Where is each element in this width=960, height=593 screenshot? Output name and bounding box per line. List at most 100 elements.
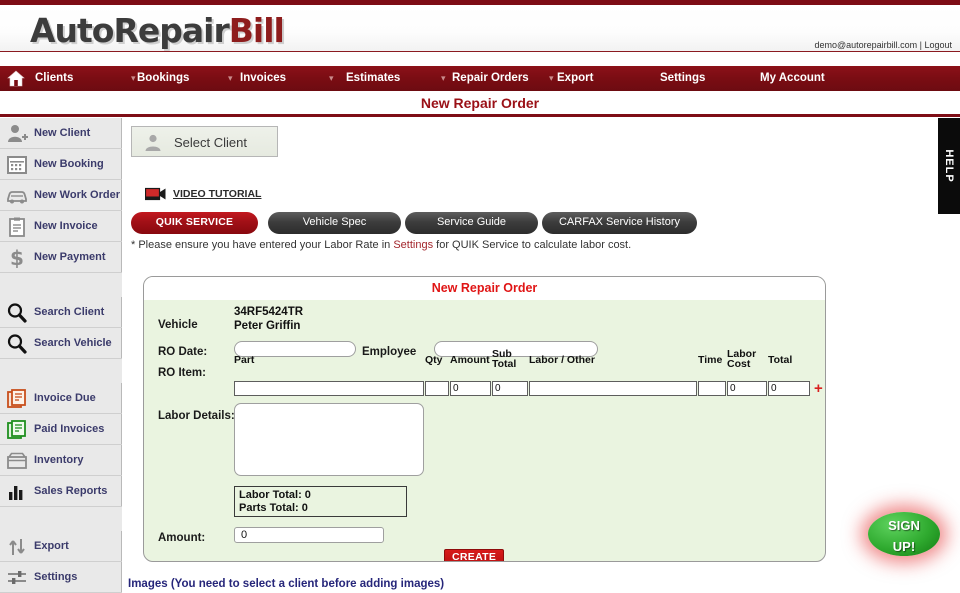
ro-labor-cost-input[interactable] xyxy=(727,381,767,396)
sidebar-divider xyxy=(0,507,122,531)
person-icon xyxy=(144,133,162,152)
sidebar-item-new-payment[interactable]: $ New Payment xyxy=(0,242,122,273)
magnifier-icon xyxy=(6,302,28,323)
sidebar-item-settings[interactable]: Settings xyxy=(0,562,122,593)
help-tab-label: HELP xyxy=(943,149,955,183)
sidebar-item-export[interactable]: Export xyxy=(0,531,122,562)
chevron-down-icon[interactable]: ▾ xyxy=(441,66,446,91)
sidebar-item-label: New Booking xyxy=(34,158,104,170)
sidebar-item-search-vehicle[interactable]: Search Vehicle xyxy=(0,328,122,359)
sidebar-item-label: New Client xyxy=(34,127,91,139)
brand-name-main: AutoRepair xyxy=(30,11,230,50)
home-icon[interactable] xyxy=(6,69,26,88)
tab-quik-service[interactable]: QUIK SERVICE xyxy=(131,212,258,234)
sidebar-divider xyxy=(0,359,122,383)
tab-carfax-service-history[interactable]: CARFAX Service History xyxy=(542,212,697,234)
ro-amount-input[interactable] xyxy=(450,381,491,396)
brand-name-accent: Bill xyxy=(228,11,285,50)
sliders-icon xyxy=(6,567,28,588)
nav-item-export[interactable]: Export xyxy=(557,66,593,91)
employee-label: Employee xyxy=(362,346,417,358)
sign-up-button[interactable]: SIGN UP! xyxy=(868,512,940,556)
sidebar-item-new-invoice[interactable]: New Invoice xyxy=(0,211,122,242)
nav-item-bookings[interactable]: Bookings xyxy=(137,66,189,91)
sidebar-item-new-booking[interactable]: New Booking xyxy=(0,149,122,180)
tab-vehicle-spec[interactable]: Vehicle Spec xyxy=(268,212,401,234)
sidebar-item-invoice-due[interactable]: Invoice Due xyxy=(0,383,122,414)
labor-rate-note: * Please ensure you have entered your La… xyxy=(131,239,631,251)
vehicle-label: Vehicle xyxy=(158,319,198,331)
sidebar-item-inventory[interactable]: Inventory xyxy=(0,445,122,476)
select-client-label: Select Client xyxy=(174,135,247,150)
sidebar-item-label: Export xyxy=(34,540,69,552)
nav-item-repair-orders[interactable]: Repair Orders xyxy=(452,66,529,91)
create-button[interactable]: CREATE xyxy=(444,549,505,561)
brand-logo[interactable]: AutoRepairBill xyxy=(30,11,285,50)
up-down-arrows-icon xyxy=(6,536,28,557)
sidebar-item-label: New Invoice xyxy=(34,220,98,232)
user-bar-separator: | xyxy=(917,40,925,50)
amount-input[interactable] xyxy=(234,527,384,543)
ro-date-label: RO Date: xyxy=(158,346,208,358)
ro-part-input[interactable] xyxy=(234,381,424,396)
sidebar-item-paid-invoices[interactable]: Paid Invoices xyxy=(0,414,122,445)
column-header-labor-other: Labor / Other xyxy=(529,354,595,366)
sidebar-item-sales-reports[interactable]: Sales Reports xyxy=(0,476,122,507)
nav-item-estimates[interactable]: Estimates xyxy=(346,66,400,91)
sidebar-item-search-client[interactable]: Search Client xyxy=(0,297,122,328)
labor-rate-note-post: for QUIK Service to calculate labor cost… xyxy=(433,239,632,251)
svg-text:$: $ xyxy=(10,247,24,268)
sidebar-item-new-client[interactable]: New Client xyxy=(0,118,122,149)
select-client-button[interactable]: Select Client xyxy=(131,126,278,157)
calendar-icon xyxy=(6,154,28,175)
vehicle-owner: Peter Griffin xyxy=(234,320,301,332)
chevron-down-icon[interactable]: ▾ xyxy=(228,66,233,91)
help-tab[interactable]: HELP xyxy=(938,118,960,214)
sidebar-item-label: Search Vehicle xyxy=(34,337,112,349)
chevron-down-icon[interactable]: ▾ xyxy=(329,66,334,91)
labor-rate-note-pre: * Please ensure you have entered your La… xyxy=(131,239,394,251)
tab-service-guide[interactable]: Service Guide xyxy=(405,212,538,234)
sign-up-line1: SIGN xyxy=(888,518,920,533)
sidebar-item-label: Inventory xyxy=(34,454,84,466)
sidebar-item-label: Settings xyxy=(34,571,78,583)
column-header-labor-cost: Labor Cost xyxy=(727,348,757,370)
column-header-part: Part xyxy=(234,354,255,366)
logout-link[interactable]: Logout xyxy=(924,40,952,50)
nav-item-settings[interactable]: Settings xyxy=(660,66,705,91)
nav-item-invoices[interactable]: Invoices xyxy=(240,66,286,91)
sidebar: New Client New Booking New Work Order New I… xyxy=(0,118,122,593)
column-header-sub-total: Sub Total xyxy=(492,348,517,370)
ro-sub-total-input[interactable] xyxy=(492,381,528,396)
car-icon xyxy=(6,185,28,206)
column-header-amount: Amount xyxy=(450,354,490,366)
ro-qty-input[interactable] xyxy=(425,381,449,396)
chevron-down-icon[interactable]: ▾ xyxy=(549,66,554,91)
nav-item-my-account[interactable]: My Account xyxy=(760,66,825,91)
settings-link[interactable]: Settings xyxy=(393,239,433,251)
nav-item-clients[interactable]: Clients xyxy=(35,66,73,91)
parts-total-text: Parts Total: 0 xyxy=(239,502,308,514)
chevron-down-icon[interactable]: ▾ xyxy=(131,66,136,91)
ro-total-input[interactable] xyxy=(768,381,810,396)
magnifier-icon xyxy=(6,333,28,354)
sidebar-item-label: Paid Invoices xyxy=(34,423,105,435)
ro-labor-other-input[interactable] xyxy=(529,381,697,396)
add-ro-item-button[interactable]: + xyxy=(814,381,823,396)
sidebar-item-label: Sales Reports xyxy=(34,485,108,497)
sidebar-item-new-work-order[interactable]: New Work Order xyxy=(0,180,122,211)
new-repair-order-panel: New Repair Order Vehicle 34RF5424TR Pete… xyxy=(143,276,826,562)
dollar-icon: $ xyxy=(6,246,28,270)
bar-chart-icon xyxy=(6,481,28,502)
sign-up-line2: UP! xyxy=(892,539,916,554)
totals-box: Labor Total: 0 Parts Total: 0 xyxy=(234,486,407,517)
labor-details-textarea[interactable] xyxy=(234,403,424,476)
sidebar-item-label: New Payment xyxy=(34,251,106,263)
video-tutorial-link[interactable]: VIDEO TUTORIAL xyxy=(173,186,261,202)
panel-title: New Repair Order xyxy=(144,277,825,300)
ro-time-input[interactable] xyxy=(698,381,726,396)
video-camera-icon xyxy=(144,187,167,201)
invoice-due-icon xyxy=(6,388,28,409)
vehicle-plate: 34RF5424TR xyxy=(234,306,304,318)
main-content: Select Client VIDEO TUTORIAL QUIK SERVIC… xyxy=(123,118,960,593)
